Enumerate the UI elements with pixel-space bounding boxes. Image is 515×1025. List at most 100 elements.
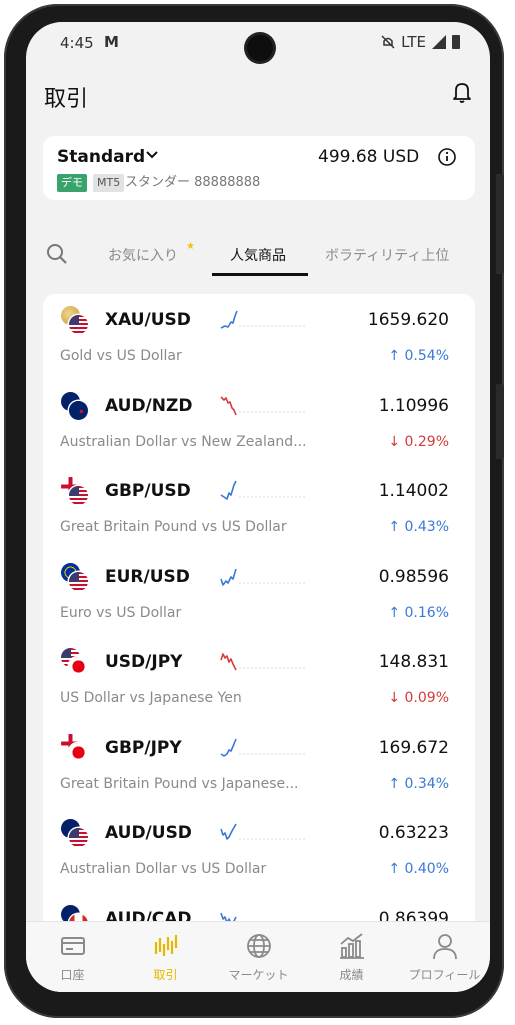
star-icon: ★ [186,241,195,252]
instrument-change: ↓ 0.29% [388,433,449,450]
instrument-change: ↑ 0.34% [388,775,449,792]
currency-flags-icon [61,562,91,593]
nav-item-4[interactable]: プロフィール [398,922,490,992]
instrument-price: 0.63223 [378,823,449,843]
currency-flags-icon [61,819,91,849]
battery-icon [452,35,460,49]
chart-icon [340,933,364,959]
account-name: Standard [57,147,146,167]
instrument-symbol: GBP/JPY [105,737,182,758]
mt5-badge: MT5 [93,174,125,192]
account-selector[interactable]: Standard 499.68 USD デモ MT5 スタンダー 8888888… [43,136,475,200]
instrument-description: Australian Dollar vs US Dollar [60,861,267,877]
phone-frame: 4:45 M LTE 取引 Standard 499.68 USD デモ MT5… [4,4,504,1018]
flag-jp-icon [69,657,88,676]
nav-item-1[interactable]: 取引 [119,922,212,992]
status-indicators: LTE [381,33,460,51]
instrument-change: ↓ 0.09% [388,690,449,706]
instrument-description: Australian Dollar vs New Zealand... [60,433,307,450]
power-button [496,174,504,274]
screen: 4:45 M LTE 取引 Standard 499.68 USD デモ MT5… [26,22,490,992]
nav-item-3[interactable]: 成績 [305,922,398,992]
bottom-nav: 口座 取引 マーケット 成績 プロフィール [26,921,490,992]
network-label: LTE [401,33,426,51]
signal-icon [432,35,446,49]
flag-jp-icon [69,742,88,762]
sparkline-chart [220,653,307,671]
instrument-symbol: XAU/USD [105,310,191,330]
nav-item-0[interactable]: 口座 [26,922,119,992]
sparkline-chart [220,823,307,840]
sparkline-chart [220,480,307,500]
currency-flags-icon [61,477,91,507]
instrument-row[interactable]: USD/JPY 148.831 US Dollar vs Japanese Ye… [43,640,475,726]
info-icon[interactable] [437,147,457,167]
nav-label: プロフィール [408,968,481,982]
flag-us-icon [69,828,88,847]
account-subtitle: スタンダー 88888888 [125,175,261,190]
instrument-description: Gold vs US Dollar [60,348,182,364]
instrument-row[interactable]: AUD/NZD 1.10996 Australian Dollar vs New… [43,384,475,470]
instrument-row[interactable]: XAU/USD 1659.620 Gold vs US Dollar ↑ 0.5… [43,298,475,384]
status-bar: 4:45 M LTE [26,22,490,62]
instrument-symbol: AUD/USD [105,823,192,843]
instrument-row[interactable]: EUR/USD 0.98596 Euro vs US Dollar ↑ 0.16… [43,555,475,641]
volume-button [496,384,504,459]
tab-popular[interactable]: 人気商品 [230,245,286,265]
flag-nz-icon [69,400,88,420]
instrument-symbol: USD/JPY [105,652,183,672]
status-time: 4:45 [60,34,94,52]
instrument-row[interactable]: GBP/USD 1.14002 Great Britain Pound vs U… [43,469,475,555]
flag-us-icon [69,486,88,505]
instrument-price: 1.14002 [378,481,449,501]
trade-bars-icon [154,935,178,956]
globe-icon [247,934,271,958]
camera-cutout [247,35,273,61]
instrument-change: ↑ 0.43% [388,519,449,535]
mail-icon: M [104,33,119,51]
nav-label: 取引 [153,968,178,982]
sparkline-chart [220,395,307,415]
instrument-change: ↑ 0.16% [388,604,449,621]
instrument-description: Great Britain Pound vs US Dollar [60,519,287,535]
instrument-price: 169.672 [378,737,449,758]
tab-favorites[interactable]: お気に入り [108,245,178,265]
instrument-row[interactable]: AUD/USD 0.63223 Australian Dollar vs US … [43,811,475,897]
active-tab-indicator [212,273,308,276]
bell-icon[interactable] [451,80,473,104]
currency-flags-icon [61,733,91,764]
instrument-price: 0.98596 [378,566,449,587]
sparkline-chart [220,310,307,329]
instrument-symbol: GBP/USD [105,481,191,501]
nav-label: マーケット [228,968,289,982]
flag-us-icon [69,315,88,334]
instrument-description: US Dollar vs Japanese Yen [60,690,242,706]
instrument-change: ↑ 0.40% [388,861,449,877]
instrument-tabs: お気に入り ★ 人気商品 ボラティリティ上位 [26,237,490,277]
demo-badge: デモ [57,174,87,192]
chevron-down-icon [146,151,158,159]
nav-item-2[interactable]: マーケット [212,922,305,992]
nav-label: 口座 [60,968,85,982]
account-balance: 499.68 USD [318,147,420,167]
card-icon [61,937,85,955]
currency-flags-icon [61,391,91,422]
mute-icon [381,35,395,49]
instrument-price: 1659.620 [367,310,449,330]
instrument-price: 1.10996 [378,395,449,416]
instrument-description: Euro vs US Dollar [60,604,182,621]
tab-volatility[interactable]: ボラティリティ上位 [325,245,449,265]
nav-label: 成績 [339,968,364,982]
currency-flags-icon [61,648,91,678]
instrument-symbol: EUR/USD [105,566,190,587]
instrument-symbol: AUD/NZD [105,395,193,416]
page-title: 取引 [44,87,89,112]
person-icon [433,934,457,960]
flag-us-icon [69,571,88,591]
currency-flags-icon [61,306,91,336]
search-icon[interactable] [46,243,68,265]
instrument-description: Great Britain Pound vs Japanese... [60,775,299,792]
instrument-list: XAU/USD 1659.620 Gold vs US Dollar ↑ 0.5… [43,294,475,992]
sparkline-chart [220,738,307,757]
instrument-row[interactable]: GBP/JPY 169.672 Great Britain Pound vs J… [43,726,475,812]
